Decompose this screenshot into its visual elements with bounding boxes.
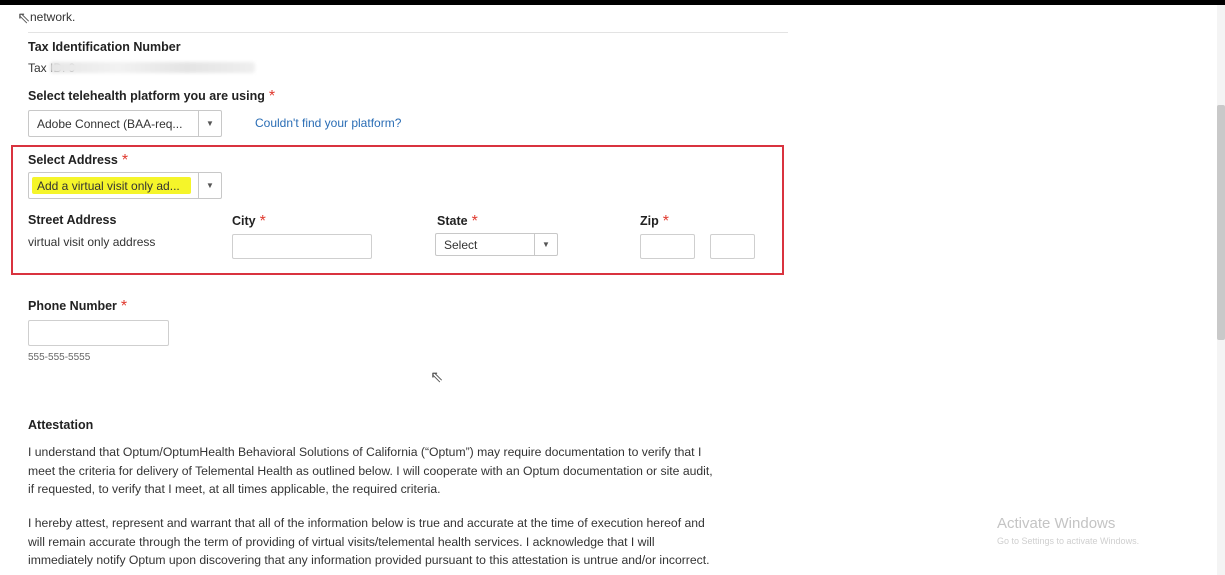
zip-label-text: Zip <box>640 214 659 228</box>
select-address-label: Select Address * <box>28 152 128 170</box>
attestation-line: meet the criteria for delivery of Teleme… <box>28 462 808 481</box>
state-select-value: Select <box>444 238 477 252</box>
attestation-paragraph-2: I hereby attest, represent and warrant t… <box>28 514 808 570</box>
activate-windows-subtitle: Go to Settings to activate Windows. <box>997 536 1139 546</box>
required-star-icon: * <box>121 298 127 315</box>
platform-select-value: Adobe Connect (BAA-req... <box>37 117 182 131</box>
attestation-paragraph-1: I understand that Optum/OptumHealth Beha… <box>28 443 808 499</box>
tax-id-heading: Tax Identification Number <box>28 40 181 54</box>
chevron-down-icon: ▼ <box>198 111 221 136</box>
required-star-icon: * <box>122 152 128 169</box>
platform-label: Select telehealth platform you are using… <box>28 88 275 106</box>
city-input[interactable] <box>232 234 372 259</box>
zip-label: Zip * <box>640 213 669 231</box>
attestation-line: I understand that Optum/OptumHealth Beha… <box>28 443 808 462</box>
phone-label: Phone Number * <box>28 298 127 316</box>
state-label-text: State <box>437 214 468 228</box>
address-select[interactable]: Add a virtual visit only ad... ▼ <box>28 172 222 199</box>
zip-extension-input[interactable] <box>710 234 755 259</box>
address-select-value: Add a virtual visit only ad... <box>37 179 180 193</box>
state-label: State * <box>437 213 478 231</box>
zip-input[interactable] <box>640 234 695 259</box>
select-address-label-text: Select Address <box>28 153 118 167</box>
street-address-value: virtual visit only address <box>28 235 155 249</box>
find-platform-link[interactable]: Couldn't find your platform? <box>255 116 401 130</box>
activate-windows-title: Activate Windows <box>997 515 1115 532</box>
attestation-heading: Attestation <box>28 418 93 432</box>
required-star-icon: * <box>663 213 669 230</box>
phone-hint: 555-555-5555 <box>28 352 90 363</box>
platform-label-text: Select telehealth platform you are using <box>28 89 265 103</box>
state-select[interactable]: Select ▼ <box>435 233 558 256</box>
mouse-cursor-icon: ⇖ <box>17 8 30 28</box>
phone-label-text: Phone Number <box>28 299 117 313</box>
required-star-icon: * <box>260 213 266 230</box>
chevron-down-icon: ▼ <box>534 234 557 255</box>
redacted-tax-id <box>50 62 255 73</box>
attestation-line: immediately notify Optum upon discoverin… <box>28 551 808 570</box>
attestation-line: will remain accurate through the term of… <box>28 533 808 552</box>
city-label: City * <box>232 213 266 231</box>
mouse-pointer-icon: ⇖ <box>430 367 443 387</box>
attestation-line: if requested, to verify that I meet, at … <box>28 480 808 499</box>
required-star-icon: * <box>472 213 478 230</box>
street-address-label: Street Address <box>28 213 116 227</box>
divider <box>28 32 788 33</box>
required-star-icon: * <box>269 88 275 105</box>
scrollbar-thumb[interactable] <box>1217 105 1225 340</box>
network-text: network. <box>30 10 75 24</box>
telehealth-form: ⇖ network. Tax Identification Number Tax… <box>0 0 1225 575</box>
city-label-text: City <box>232 214 256 228</box>
attestation-line: I hereby attest, represent and warrant t… <box>28 514 808 533</box>
phone-input[interactable] <box>28 320 169 346</box>
chevron-down-icon: ▼ <box>198 173 221 198</box>
platform-select[interactable]: Adobe Connect (BAA-req... ▼ <box>28 110 222 137</box>
